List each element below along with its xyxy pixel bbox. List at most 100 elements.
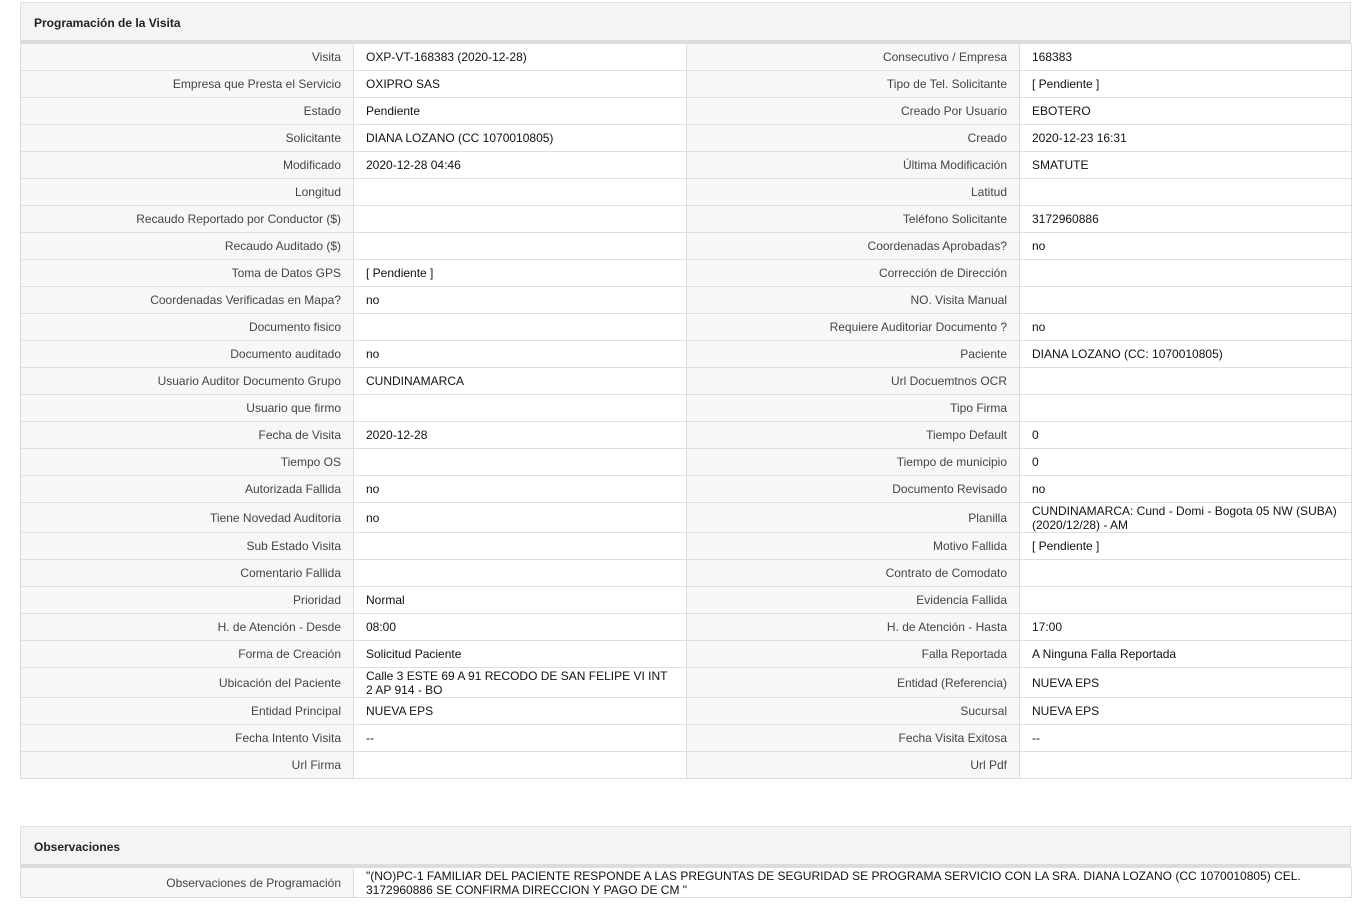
field-label: Sucursal xyxy=(686,697,1020,725)
field-value xyxy=(1019,559,1352,587)
field-value: 3172960886 xyxy=(1019,205,1352,233)
field-label: Visita xyxy=(20,43,354,71)
field-label: Contrato de Comodato xyxy=(686,559,1020,587)
field-value: no xyxy=(353,475,687,503)
field-row: Usuario que firmo Tipo Firma xyxy=(20,394,1352,422)
field-label: Usuario Auditor Documento Grupo xyxy=(20,367,354,395)
field-value: no xyxy=(1019,232,1352,260)
field-row: Fecha Intento Visita -- Fecha Visita Exito… xyxy=(20,724,1352,752)
field-row: Coordenadas Verificadas en Mapa? no NO. V… xyxy=(20,286,1352,314)
field-value xyxy=(353,394,687,422)
field-value: no xyxy=(353,286,687,314)
field-label: Última Modificación xyxy=(686,151,1020,179)
field-value: [ Pendiente ] xyxy=(1019,532,1352,560)
field-label: Comentario Fallida xyxy=(20,559,354,587)
field-label: Tiene Novedad Auditoria xyxy=(20,502,354,533)
field-value xyxy=(353,532,687,560)
field-value: no xyxy=(353,340,687,368)
field-label: Documento fisico xyxy=(20,313,354,341)
field-label: Url Pdf xyxy=(686,751,1020,779)
field-label: Documento auditado xyxy=(20,340,354,368)
field-value xyxy=(353,559,687,587)
field-label: Tiempo Default xyxy=(686,421,1020,449)
field-row: Longitud Latitud xyxy=(20,178,1352,206)
field-value: Pendiente xyxy=(353,97,687,125)
field-value: NUEVA EPS xyxy=(1019,697,1352,725)
field-label: Tipo Firma xyxy=(686,394,1020,422)
field-row: Tiempo OS Tiempo de municipio 0 xyxy=(20,448,1352,476)
observaciones-value: "(NO)PC-1 FAMILIAR DEL PACIENTE RESPONDE… xyxy=(353,867,1352,898)
field-row: Modificado 2020-12-28 04:46 Última Modific… xyxy=(20,151,1352,179)
field-value: OXP-VT-168383 (2020-12-28) xyxy=(353,43,687,71)
field-label: NO. Visita Manual xyxy=(686,286,1020,314)
field-value xyxy=(353,313,687,341)
field-row: Forma de Creación Solicitud Paciente Falla… xyxy=(20,640,1352,668)
field-value: 2020-12-23 16:31 xyxy=(1019,124,1352,152)
field-label: Teléfono Solicitante xyxy=(686,205,1020,233)
field-value: no xyxy=(1019,475,1352,503)
field-value: CUNDINAMARCA: Cund - Domi - Bogota 05 NW… xyxy=(1019,502,1352,533)
field-label: Motivo Fallida xyxy=(686,532,1020,560)
field-label: Requiere Auditoriar Documento ? xyxy=(686,313,1020,341)
observaciones-panel: Observaciones Observaciones de Programac… xyxy=(20,826,1352,898)
field-row: Solicitante DIANA LOZANO (CC 1070010805) C… xyxy=(20,124,1352,152)
field-value: 168383 xyxy=(1019,43,1352,71)
field-value: A Ninguna Falla Reportada xyxy=(1019,640,1352,668)
field-label: Sub Estado Visita xyxy=(20,532,354,560)
field-label: Corrección de Dirección xyxy=(686,259,1020,287)
field-value: no xyxy=(1019,313,1352,341)
field-label: Entidad Principal xyxy=(20,697,354,725)
field-value: Calle 3 ESTE 69 A 91 RECODO DE SAN FELIP… xyxy=(353,667,687,698)
field-value xyxy=(1019,586,1352,614)
field-row: Fecha de Visita 2020-12-28 Tiempo Default… xyxy=(20,421,1352,449)
field-value: Solicitud Paciente xyxy=(353,640,687,668)
field-value: -- xyxy=(353,724,687,752)
field-value: [ Pendiente ] xyxy=(353,259,687,287)
field-value xyxy=(1019,286,1352,314)
field-row: Sub Estado Visita Motivo Fallida[ Pendien… xyxy=(20,532,1352,560)
field-label: Toma de Datos GPS xyxy=(20,259,354,287)
programacion-panel: Programación de la Visita Visita OXP-VT-1… xyxy=(20,2,1352,779)
field-label: Autorizada Fallida xyxy=(20,475,354,503)
field-value xyxy=(1019,259,1352,287)
field-label: Fecha Visita Exitosa xyxy=(686,724,1020,752)
field-label: Coordenadas Aprobadas? xyxy=(686,232,1020,260)
field-value: NUEVA EPS xyxy=(1019,667,1352,698)
field-label: Prioridad xyxy=(20,586,354,614)
field-label: Recaudo Reportado por Conductor ($) xyxy=(20,205,354,233)
field-value: 08:00 xyxy=(353,613,687,641)
programacion-title: Programación de la Visita xyxy=(20,2,1351,43)
field-row: Visita OXP-VT-168383 (2020-12-28) Consecut… xyxy=(20,43,1352,71)
field-row: Documento auditado no Paciente DIANA LOZAN… xyxy=(20,340,1352,368)
field-value xyxy=(1019,394,1352,422)
field-value: 2020-12-28 04:46 xyxy=(353,151,687,179)
field-label: Planilla xyxy=(686,502,1020,533)
field-label: Ubicación del Paciente xyxy=(20,667,354,698)
field-row: Recaudo Auditado ($) Coordenadas Aprobada… xyxy=(20,232,1352,260)
field-label: Paciente xyxy=(686,340,1020,368)
field-value: SMATUTE xyxy=(1019,151,1352,179)
field-row: Url Firma Url Pdf xyxy=(20,751,1352,779)
field-label: Falla Reportada xyxy=(686,640,1020,668)
field-value: CUNDINAMARCA xyxy=(353,367,687,395)
field-value: 0 xyxy=(1019,421,1352,449)
field-value: [ Pendiente ] xyxy=(1019,70,1352,98)
field-row: Autorizada Fallida no Documento Revisado … xyxy=(20,475,1352,503)
field-label: Tipo de Tel. Solicitante xyxy=(686,70,1020,98)
field-label: Entidad (Referencia) xyxy=(686,667,1020,698)
field-row: Tiene Novedad Auditoria no Planilla CUNDIN… xyxy=(20,502,1352,533)
observaciones-label: Observaciones de Programación xyxy=(20,867,354,898)
field-label: Fecha Intento Visita xyxy=(20,724,354,752)
field-value: DIANA LOZANO (CC: 1070010805) xyxy=(1019,340,1352,368)
field-value: OXIPRO SAS xyxy=(353,70,687,98)
field-value: no xyxy=(353,502,687,533)
field-label: Consecutivo / Empresa xyxy=(686,43,1020,71)
field-value xyxy=(353,751,687,779)
field-row: Prioridad Normal Evidencia Fallida xyxy=(20,586,1352,614)
field-label: Evidencia Fallida xyxy=(686,586,1020,614)
field-label: Coordenadas Verificadas en Mapa? xyxy=(20,286,354,314)
observaciones-table: Observaciones de Programación "(NO)PC-1 … xyxy=(20,867,1352,898)
field-value xyxy=(1019,751,1352,779)
field-row: Ubicación del Paciente Calle 3 ESTE 69 A … xyxy=(20,667,1352,698)
field-value: Normal xyxy=(353,586,687,614)
